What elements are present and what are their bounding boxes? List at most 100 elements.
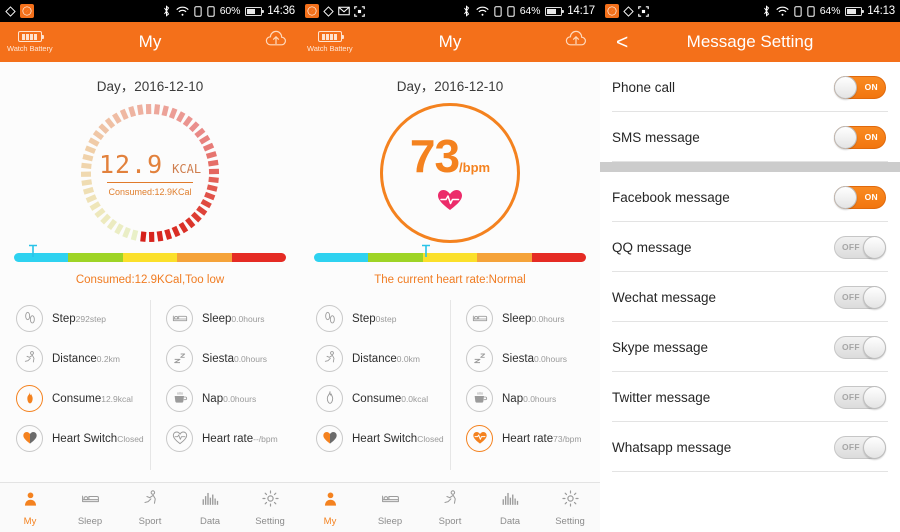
tab-label: Sleep bbox=[77, 515, 103, 527]
stat-label: Consume bbox=[352, 393, 402, 405]
toggle-switch[interactable]: OFF bbox=[834, 435, 886, 459]
tab-sport[interactable]: Sport bbox=[420, 483, 480, 532]
tab-my[interactable]: My bbox=[0, 483, 60, 532]
tab-setting[interactable]: Setting bbox=[240, 483, 300, 532]
setting-row[interactable]: Phone call ON bbox=[600, 62, 900, 112]
toggle-switch[interactable]: ON bbox=[834, 185, 886, 209]
stat-label: Siesta bbox=[502, 353, 534, 365]
stat-row[interactable]: Heart SwitchClosed bbox=[0, 418, 150, 458]
stat-row[interactable]: Nap0.0hours bbox=[150, 378, 300, 418]
watch-battery-indicator[interactable]: Watch Battery bbox=[307, 31, 353, 53]
stat-row[interactable]: Sleep0.0hours bbox=[150, 298, 300, 338]
setting-label: Whatsapp message bbox=[612, 439, 732, 455]
bars-icon bbox=[501, 489, 520, 513]
stat-row[interactable]: Step292step bbox=[0, 298, 150, 338]
gradient-bar bbox=[314, 253, 586, 262]
setting-label: QQ message bbox=[612, 239, 692, 255]
toggle-state-label: ON bbox=[864, 192, 878, 202]
toggle-switch[interactable]: OFF bbox=[834, 335, 886, 359]
setting-row[interactable]: Whatsapp message OFF bbox=[600, 422, 900, 472]
toggle-knob bbox=[863, 385, 886, 409]
stat-label: Heart rate bbox=[202, 433, 254, 445]
stats-column-left: Step292step Distance0.2km Consume12.9kcal H… bbox=[0, 298, 150, 482]
stat-row[interactable]: Step0step bbox=[300, 298, 450, 338]
stat-row[interactable]: Nap0.0hours bbox=[450, 378, 600, 418]
calorie-value: 12.9 bbox=[98, 149, 164, 179]
calorie-status-note: Consumed:12.9KCal,Too low bbox=[75, 274, 225, 286]
calorie-dial[interactable]: 12.9 KCAL Consumed:12.9KCal bbox=[0, 99, 300, 247]
tab-label: My bbox=[23, 515, 37, 527]
status-bar: 60% 14:36 bbox=[0, 0, 300, 22]
battery-icon bbox=[845, 6, 865, 16]
stat-row[interactable]: Siesta0.0hours bbox=[150, 338, 300, 378]
stat-row[interactable]: Siesta0.0hours bbox=[450, 338, 600, 378]
heart-pulse-icon bbox=[166, 424, 193, 452]
diamond-icon bbox=[623, 5, 634, 17]
tab-sport[interactable]: Sport bbox=[120, 483, 180, 532]
calorie-unit: KCAL bbox=[172, 161, 202, 176]
chevron-left-icon[interactable]: < bbox=[616, 32, 628, 53]
message-settings-list: Phone call ON SMS message ON Facebook messag… bbox=[600, 62, 900, 532]
tab-label: Sleep bbox=[377, 515, 403, 527]
diamond-icon bbox=[5, 5, 16, 17]
toggle-knob bbox=[863, 285, 886, 309]
toggle-switch[interactable]: ON bbox=[834, 125, 886, 149]
heart-rate-dial[interactable]: 73 /bpm bbox=[300, 99, 600, 247]
stat-row[interactable]: Sleep0.0hours bbox=[450, 298, 600, 338]
cloud-upload-icon[interactable] bbox=[264, 30, 288, 55]
stat-row[interactable]: Consume0.0kcal bbox=[300, 378, 450, 418]
setting-row[interactable]: Facebook message ON bbox=[600, 172, 900, 222]
stat-value: --/bpm bbox=[253, 434, 278, 444]
page-title: Message Setting bbox=[686, 32, 814, 51]
tab-data[interactable]: Data bbox=[480, 483, 540, 532]
tab-my[interactable]: My bbox=[300, 483, 360, 532]
watch-battery-indicator[interactable]: Watch Battery bbox=[7, 31, 53, 53]
date-label: Day，2016-12-10 bbox=[396, 79, 504, 94]
footprint-icon bbox=[16, 304, 43, 332]
setting-row[interactable]: SMS message ON bbox=[600, 112, 900, 162]
setting-row[interactable]: Twitter message OFF bbox=[600, 372, 900, 422]
stat-value: 73/bpm bbox=[553, 434, 582, 444]
stat-row[interactable]: Consume12.9kcal bbox=[0, 378, 150, 418]
coffee-icon bbox=[466, 384, 493, 412]
scan-icon bbox=[638, 5, 649, 17]
tab-sleep[interactable]: Sleep bbox=[360, 483, 420, 532]
cloud-upload-icon[interactable] bbox=[564, 30, 588, 55]
stat-row[interactable]: Distance0.2km bbox=[0, 338, 150, 378]
range-marker-icon bbox=[28, 244, 38, 263]
tab-setting[interactable]: Setting bbox=[540, 483, 600, 532]
tab-data[interactable]: Data bbox=[180, 483, 240, 532]
toggle-knob bbox=[834, 185, 857, 209]
toggle-switch[interactable]: OFF bbox=[834, 235, 886, 259]
setting-row[interactable]: Skype message OFF bbox=[600, 322, 900, 372]
stat-label: Consume bbox=[52, 393, 102, 405]
setting-label: Wechat message bbox=[612, 289, 717, 305]
stat-row[interactable]: Heart SwitchClosed bbox=[300, 418, 450, 458]
stats-column-right: Sleep0.0hours Siesta0.0hours Nap0.0hours He… bbox=[450, 298, 600, 482]
stat-label: Sleep bbox=[502, 313, 532, 325]
setting-row[interactable]: Wechat message OFF bbox=[600, 272, 900, 322]
toggle-knob bbox=[863, 235, 886, 259]
stat-row[interactable]: Heart rate--/bpm bbox=[150, 418, 300, 458]
app-header: < Message Setting bbox=[600, 22, 900, 62]
battery-percent: 64% bbox=[819, 5, 841, 17]
toggle-switch[interactable]: OFF bbox=[834, 385, 886, 409]
setting-row[interactable]: QQ message OFF bbox=[600, 222, 900, 272]
toggle-knob bbox=[863, 435, 886, 459]
coffee-icon bbox=[166, 384, 193, 412]
toggle-switch[interactable]: ON bbox=[834, 75, 886, 99]
stat-row[interactable]: Heart rate73/bpm bbox=[450, 418, 600, 458]
stat-value: 0.0kcal bbox=[401, 394, 429, 404]
stat-label: Heart Switch bbox=[52, 433, 118, 445]
tab-label: Sport bbox=[438, 515, 462, 527]
heart-pulse-icon bbox=[437, 189, 463, 217]
toggle-switch[interactable]: OFF bbox=[834, 285, 886, 309]
tab-sleep[interactable]: Sleep bbox=[60, 483, 120, 532]
heart-rate-unit: /bpm bbox=[459, 160, 491, 175]
gear-icon bbox=[261, 489, 280, 513]
stat-row[interactable]: Distance0.0km bbox=[300, 338, 450, 378]
heart-icon bbox=[316, 424, 343, 452]
toggle-state-label: ON bbox=[864, 82, 878, 92]
screenshot-root: 60% 14:36 Watch Battery My Day，2016-12-1… bbox=[0, 0, 900, 532]
heart-pulse-icon bbox=[466, 424, 493, 452]
